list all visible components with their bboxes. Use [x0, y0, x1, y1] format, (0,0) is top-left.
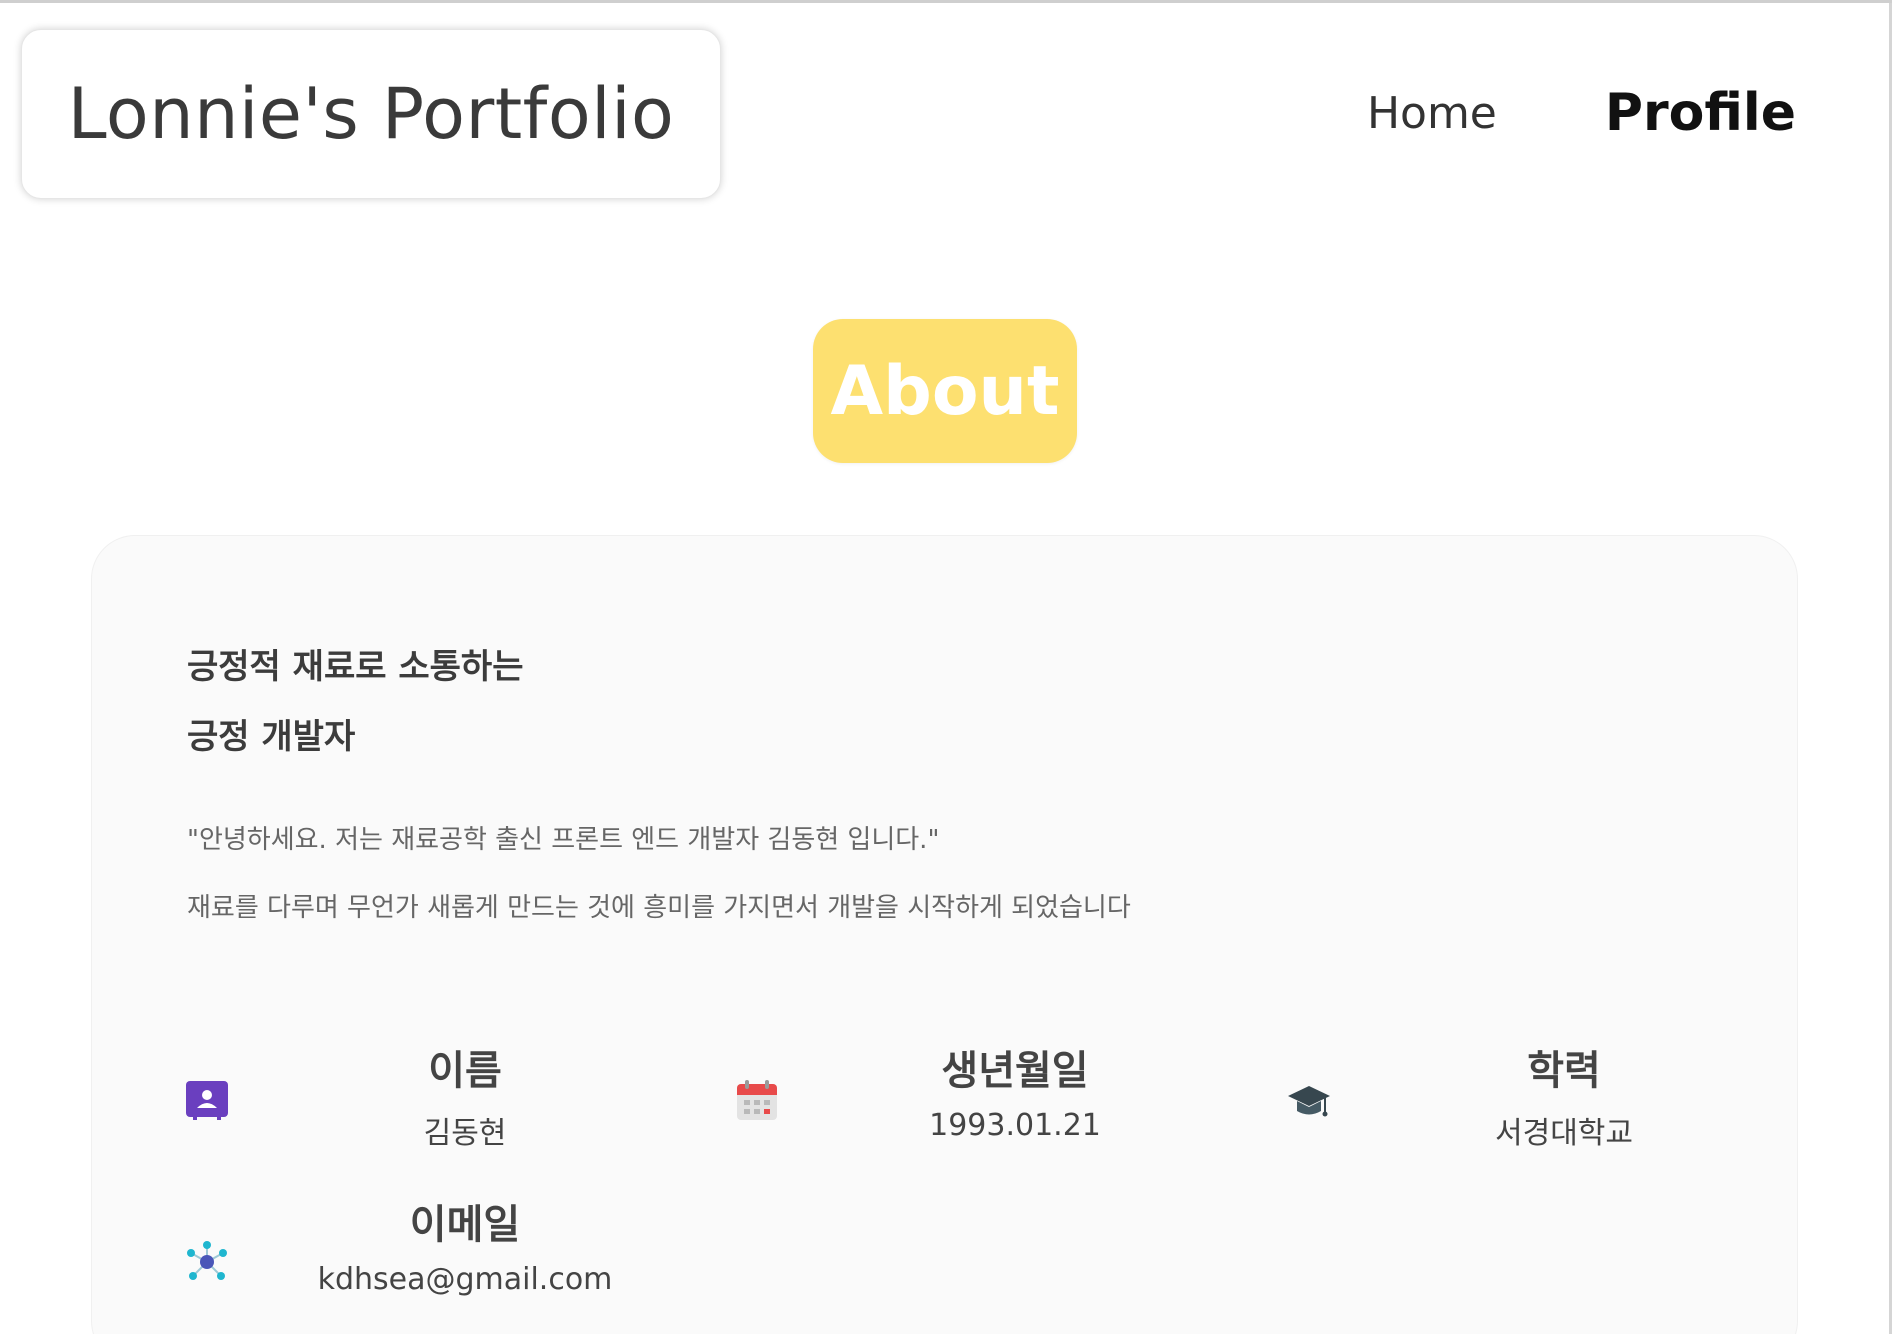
info-birthdate-title: 생년월일: [941, 1048, 1089, 1094]
about-card: 긍정적 재료로 소통하는 긍정 개발자 "안녕하세요. 저는 재료공학 출신 프…: [91, 535, 1798, 1334]
main-nav: Home Profile: [1367, 83, 1796, 143]
info-birthdate: 생년월일 1993.01.21: [735, 1038, 1275, 1158]
info-name-value: 김동현: [423, 1116, 507, 1151]
headline: 긍정적 재료로 소통하는 긍정 개발자: [187, 632, 523, 772]
info-email-title: 이메일: [409, 1202, 521, 1248]
info-email: 이메일 kdhsea@gmail.com: [185, 1192, 725, 1312]
page: Lonnie's Portfolio Home Profile About 긍정…: [0, 0, 1892, 1334]
info-name: 이름 김동현: [185, 1038, 725, 1158]
intro-line-1: "안녕하세요. 저는 재료공학 출신 프론트 엔드 개발자 김동현 입니다.": [187, 825, 940, 855]
nav-home-link[interactable]: Home: [1367, 88, 1497, 139]
info-name-title: 이름: [428, 1048, 502, 1094]
info-email-value[interactable]: kdhsea@gmail.com: [280, 1262, 650, 1297]
headline-line-2: 긍정 개발자: [187, 717, 356, 757]
network-icon: [187, 1241, 227, 1280]
info-education-value: 서경대학교: [1495, 1116, 1633, 1151]
about-title: About: [830, 351, 1060, 431]
calendar-icon: [737, 1080, 777, 1120]
info-education: 학력 서경대학교: [1284, 1038, 1824, 1158]
logo-text[interactable]: Lonnie's Portfolio: [68, 73, 675, 155]
info-birthdate-value: 1993.01.21: [929, 1108, 1101, 1143]
intro-line-2: 재료를 다루며 무언가 새롭게 만드는 것에 흥미를 가지면서 개발을 시작하게…: [187, 893, 1131, 923]
intro-text: "안녕하세요. 저는 재료공학 출신 프론트 엔드 개발자 김동현 입니다." …: [187, 806, 1131, 942]
logo-box[interactable]: Lonnie's Portfolio: [21, 29, 721, 199]
info-education-title: 학력: [1527, 1048, 1601, 1094]
nav-profile-link[interactable]: Profile: [1605, 83, 1796, 143]
headline-line-1: 긍정적 재료로 소통하는: [187, 647, 524, 687]
contact-card-icon: [186, 1081, 228, 1120]
graduation-cap-icon: [1288, 1086, 1330, 1117]
about-badge: About: [813, 319, 1077, 463]
